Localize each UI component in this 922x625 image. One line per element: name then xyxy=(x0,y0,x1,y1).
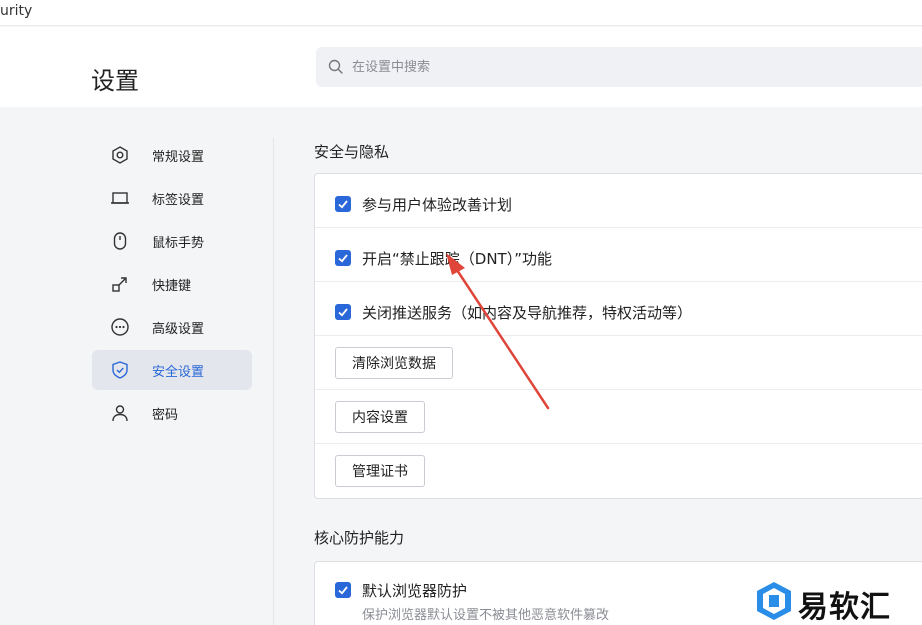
sidebar-item-label: 密码 xyxy=(152,408,179,423)
option-row-ux-program: 参与用户体验改善计划 xyxy=(315,174,922,228)
tab-strip: urity xyxy=(0,0,922,26)
search-box[interactable] xyxy=(316,47,922,87)
checkmark-icon xyxy=(338,254,348,263)
sidebar-item-general[interactable]: 常规设置 xyxy=(92,135,252,175)
search-input[interactable] xyxy=(352,47,912,87)
settings-sidebar: 常规设置 标签设置 鼠标手势 快捷键 高级设置 安全设置 密码 xyxy=(92,135,252,436)
search-icon xyxy=(328,59,343,74)
dnt-checkbox[interactable] xyxy=(335,250,351,266)
sidebar-divider xyxy=(273,138,274,625)
default-browser-protection-description: 保护浏览器默认设置不被其他恶意软件篡改 xyxy=(362,608,610,623)
option-row-dnt: 开启“禁止跟踪（DNT）”功能 xyxy=(315,228,922,282)
button-row-content: 内容设置 xyxy=(315,390,922,444)
button-row-certs: 管理证书 xyxy=(315,444,922,498)
default-browser-protection-label: 默认浏览器防护 xyxy=(362,582,468,600)
ux-program-checkbox[interactable] xyxy=(335,196,351,212)
mouse-icon xyxy=(113,232,127,250)
sidebar-item-mouse-gestures[interactable]: 鼠标手势 xyxy=(92,221,252,261)
sidebar-item-label: 标签设置 xyxy=(152,193,205,208)
security-section-title: 安全与隐私 xyxy=(314,143,390,161)
security-panel: 参与用户体验改善计划 开启“禁止跟踪（DNT）”功能 关闭推送服务（如内容及导航… xyxy=(314,173,922,499)
sidebar-item-advanced[interactable]: 高级设置 xyxy=(92,307,252,347)
sidebar-item-label: 常规设置 xyxy=(152,150,205,165)
user-icon xyxy=(112,405,128,422)
page-title: 设置 xyxy=(91,67,139,95)
core-section-title: 核心防护能力 xyxy=(314,529,405,547)
manage-certificates-button[interactable]: 管理证书 xyxy=(335,455,425,487)
sidebar-item-label: 快捷键 xyxy=(152,279,192,294)
watermark-logo-icon xyxy=(757,582,791,620)
checkmark-icon xyxy=(338,200,348,209)
settings-header: 设置 xyxy=(0,27,922,107)
clear-browsing-data-button[interactable]: 清除浏览数据 xyxy=(335,347,453,379)
tab-icon xyxy=(111,192,129,204)
sidebar-item-label: 高级设置 xyxy=(152,322,205,337)
option-row-push: 关闭推送服务（如内容及导航推荐，特权活动等） xyxy=(315,282,922,336)
hexagon-icon xyxy=(112,146,128,164)
button-row-clear: 清除浏览数据 xyxy=(315,336,922,390)
checkmark-icon xyxy=(338,308,348,317)
sidebar-item-shortcuts[interactable]: 快捷键 xyxy=(92,264,252,304)
tab-title[interactable]: urity xyxy=(0,3,32,19)
content-settings-button[interactable]: 内容设置 xyxy=(335,401,425,433)
sidebar-item-passwords[interactable]: 密码 xyxy=(92,393,252,433)
push-service-label: 关闭推送服务（如内容及导航推荐，特权活动等） xyxy=(362,304,693,322)
checkmark-icon xyxy=(338,586,348,595)
shield-icon xyxy=(112,361,128,379)
more-circle-icon xyxy=(111,318,129,336)
shortcut-arrow-icon xyxy=(112,277,127,292)
sidebar-item-tabs[interactable]: 标签设置 xyxy=(92,178,252,218)
push-service-checkbox[interactable] xyxy=(335,304,351,320)
sidebar-item-label: 鼠标手势 xyxy=(152,236,205,251)
default-browser-protection-checkbox[interactable] xyxy=(335,582,351,598)
dnt-label: 开启“禁止跟踪（DNT）”功能 xyxy=(362,250,552,268)
watermark: 易软汇 xyxy=(754,578,922,625)
sidebar-item-security[interactable]: 安全设置 xyxy=(92,350,252,390)
sidebar-item-label: 安全设置 xyxy=(152,365,205,380)
watermark-text: 易软汇 xyxy=(798,590,891,625)
ux-program-label: 参与用户体验改善计划 xyxy=(362,196,513,214)
